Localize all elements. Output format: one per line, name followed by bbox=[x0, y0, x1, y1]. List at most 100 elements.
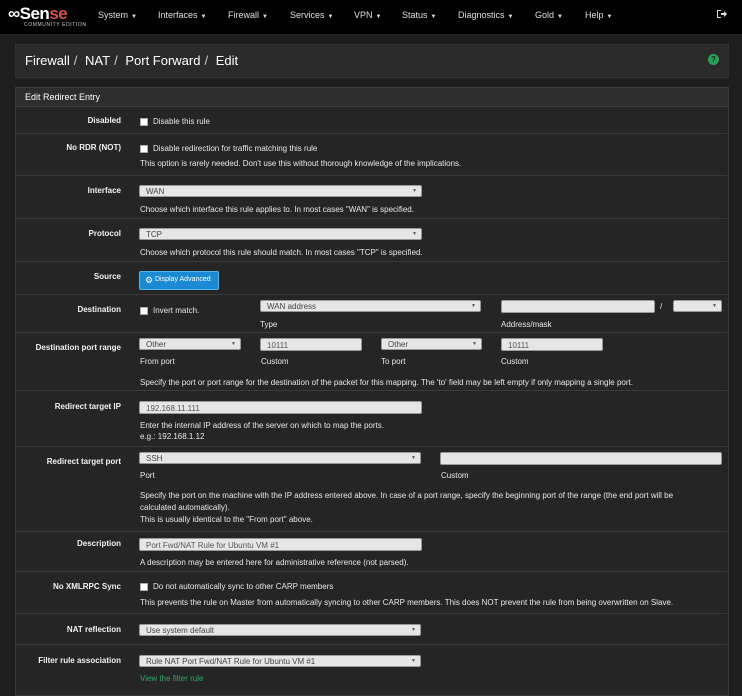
destination-type-caption: Type bbox=[260, 320, 278, 329]
top-navbar: ∞Sense COMMUNITY EDITION System ▼ Interfa… bbox=[0, 0, 742, 35]
source-label: Source bbox=[93, 272, 121, 281]
display-advanced-button[interactable]: ⚙ Display Advanced bbox=[139, 271, 219, 290]
redirect-ip-label: Redirect target IP bbox=[54, 402, 121, 411]
caret-down-icon: ▼ bbox=[262, 14, 268, 20]
redirect-port-help-3: This is usually identical to the "From p… bbox=[140, 515, 313, 524]
nat-reflection-select[interactable]: Use system default ▼ bbox=[139, 624, 421, 636]
nav-vpn[interactable]: VPN ▼ bbox=[354, 10, 381, 20]
brand-subtitle: COMMUNITY EDITION bbox=[24, 22, 87, 28]
description-input[interactable]: Port Fwd/NAT Rule for Ubuntu VM #1 bbox=[139, 538, 422, 551]
help-icon[interactable]: ? bbox=[708, 54, 719, 65]
interface-help: Choose which interface this rule applies… bbox=[140, 205, 414, 214]
disabled-option-text: Disable this rule bbox=[153, 117, 210, 126]
from-port-caption: From port bbox=[140, 357, 175, 366]
disabled-checkbox[interactable] bbox=[140, 118, 148, 126]
redirect-port-custom-caption: Custom bbox=[441, 471, 469, 480]
chevron-down-icon: ▼ bbox=[712, 303, 717, 309]
disabled-label: Disabled bbox=[87, 116, 121, 125]
caret-down-icon: ▼ bbox=[200, 14, 207, 20]
breadcrumb-firewall[interactable]: Firewall bbox=[25, 53, 70, 68]
chevron-down-icon: ▼ bbox=[412, 188, 417, 194]
caret-down-icon: ▼ bbox=[606, 14, 613, 20]
from-port-custom-input[interactable]: 10111 bbox=[260, 338, 362, 351]
caret-down-icon: ▼ bbox=[327, 14, 334, 20]
interface-label: Interface bbox=[87, 186, 121, 195]
row-redirect-ip bbox=[15, 390, 727, 447]
to-port-select[interactable]: Other ▼ bbox=[381, 338, 482, 350]
redirect-ip-help: Enter the internal IP address of the ser… bbox=[140, 421, 384, 430]
description-help: A description may be entered here for ad… bbox=[140, 558, 409, 567]
sign-out-icon[interactable] bbox=[716, 9, 727, 22]
nav-gold[interactable]: Gold ▼ bbox=[535, 10, 563, 20]
row-filter-assoc bbox=[15, 644, 727, 693]
redirect-ip-example: e.g.: 192.168.1.12 bbox=[140, 432, 205, 441]
view-filter-rule-link[interactable]: View the filter rule bbox=[140, 674, 203, 683]
dest-port-range-label: Destination port range bbox=[35, 343, 121, 352]
destination-mask-select[interactable]: ▼ bbox=[673, 300, 722, 312]
breadcrumb: Firewall / NAT / Port Forward / Edit ? bbox=[15, 44, 729, 78]
row-source bbox=[15, 261, 727, 295]
chevron-down-icon: ▼ bbox=[411, 658, 416, 664]
nav-status[interactable]: Status ▼ bbox=[402, 10, 436, 20]
chevron-down-icon: ▼ bbox=[411, 455, 416, 461]
invert-match-text: Invert match. bbox=[153, 306, 200, 315]
caret-down-icon: ▼ bbox=[131, 14, 137, 20]
nordr-help: This option is rarely needed. Don't use … bbox=[140, 159, 462, 168]
breadcrumb-nat[interactable]: NAT bbox=[85, 53, 110, 68]
pfsense-logo[interactable]: ∞Sense COMMUNITY EDITION bbox=[8, 4, 88, 30]
destination-label: Destination bbox=[77, 305, 121, 314]
caret-down-icon: ▼ bbox=[375, 14, 382, 20]
gear-icon: ⚙ bbox=[145, 275, 154, 285]
from-port-select[interactable]: Other ▼ bbox=[139, 338, 241, 350]
row-xmlrpc bbox=[15, 571, 727, 614]
redirect-port-help-1: Specify the port on the machine with the… bbox=[140, 491, 674, 500]
destination-type-select[interactable]: WAN address ▼ bbox=[260, 300, 481, 312]
to-custom-caption: Custom bbox=[501, 357, 529, 366]
breadcrumb-port-forward[interactable]: Port Forward bbox=[125, 53, 200, 68]
nav-firewall[interactable]: Firewall ▼ bbox=[228, 10, 268, 20]
nav-help[interactable]: Help ▼ bbox=[585, 10, 612, 20]
to-port-custom-input[interactable]: 10111 bbox=[501, 338, 603, 351]
row-disabled bbox=[15, 106, 727, 134]
destination-address-input[interactable] bbox=[501, 300, 655, 313]
from-custom-caption: Custom bbox=[261, 357, 289, 366]
invert-match-checkbox[interactable] bbox=[140, 307, 148, 315]
nordr-option-text: Disable redirection for traffic matching… bbox=[153, 144, 318, 153]
nordr-checkbox[interactable] bbox=[140, 145, 148, 153]
chevron-down-icon: ▼ bbox=[231, 341, 236, 347]
to-port-caption: To port bbox=[381, 357, 406, 366]
address-mask-caption: Address/mask bbox=[501, 320, 552, 329]
chevron-down-icon: ▼ bbox=[471, 303, 476, 309]
chevron-down-icon: ▼ bbox=[412, 231, 417, 237]
xmlrpc-checkbox[interactable] bbox=[140, 583, 148, 591]
description-label: Description bbox=[76, 539, 121, 548]
redirect-ip-input[interactable]: 192.168.11.111 bbox=[139, 401, 422, 414]
panel-heading: Edit Redirect Entry bbox=[16, 88, 728, 107]
redirect-port-help-2: calculated automatically). bbox=[140, 503, 230, 512]
redirect-port-caption: Port bbox=[140, 471, 155, 480]
redirect-port-label: Redirect target port bbox=[46, 457, 121, 466]
mask-separator: / bbox=[660, 302, 663, 311]
nav-services[interactable]: Services ▼ bbox=[290, 10, 333, 20]
xmlrpc-option-text: Do not automatically sync to other CARP … bbox=[153, 582, 334, 591]
caret-down-icon: ▼ bbox=[430, 14, 437, 20]
protocol-label: Protocol bbox=[88, 229, 121, 238]
redirect-port-custom-input[interactable] bbox=[440, 452, 722, 465]
brand-text: ∞Sense bbox=[8, 4, 68, 23]
nat-reflection-label: NAT reflection bbox=[66, 625, 121, 634]
filter-assoc-label: Filter rule association bbox=[38, 656, 121, 665]
nordr-label: No RDR (NOT) bbox=[66, 143, 121, 152]
nav-system[interactable]: System ▼ bbox=[98, 10, 137, 20]
redirect-port-select[interactable]: SSH ▼ bbox=[139, 452, 421, 464]
caret-down-icon: ▼ bbox=[507, 14, 514, 20]
chevron-down-icon: ▼ bbox=[472, 341, 477, 347]
nav-diagnostics[interactable]: Diagnostics ▼ bbox=[458, 10, 513, 20]
row-nordr bbox=[15, 133, 727, 176]
nav-interfaces[interactable]: Interfaces ▼ bbox=[158, 10, 206, 20]
interface-select[interactable]: WAN ▼ bbox=[139, 185, 422, 197]
chevron-down-icon: ▼ bbox=[411, 627, 416, 633]
protocol-select[interactable]: TCP ▼ bbox=[139, 228, 422, 240]
protocol-help: Choose which protocol this rule should m… bbox=[140, 248, 423, 257]
caret-down-icon: ▼ bbox=[557, 14, 563, 20]
filter-assoc-select[interactable]: Rule NAT Port Fwd/NAT Rule for Ubuntu VM… bbox=[139, 655, 421, 667]
